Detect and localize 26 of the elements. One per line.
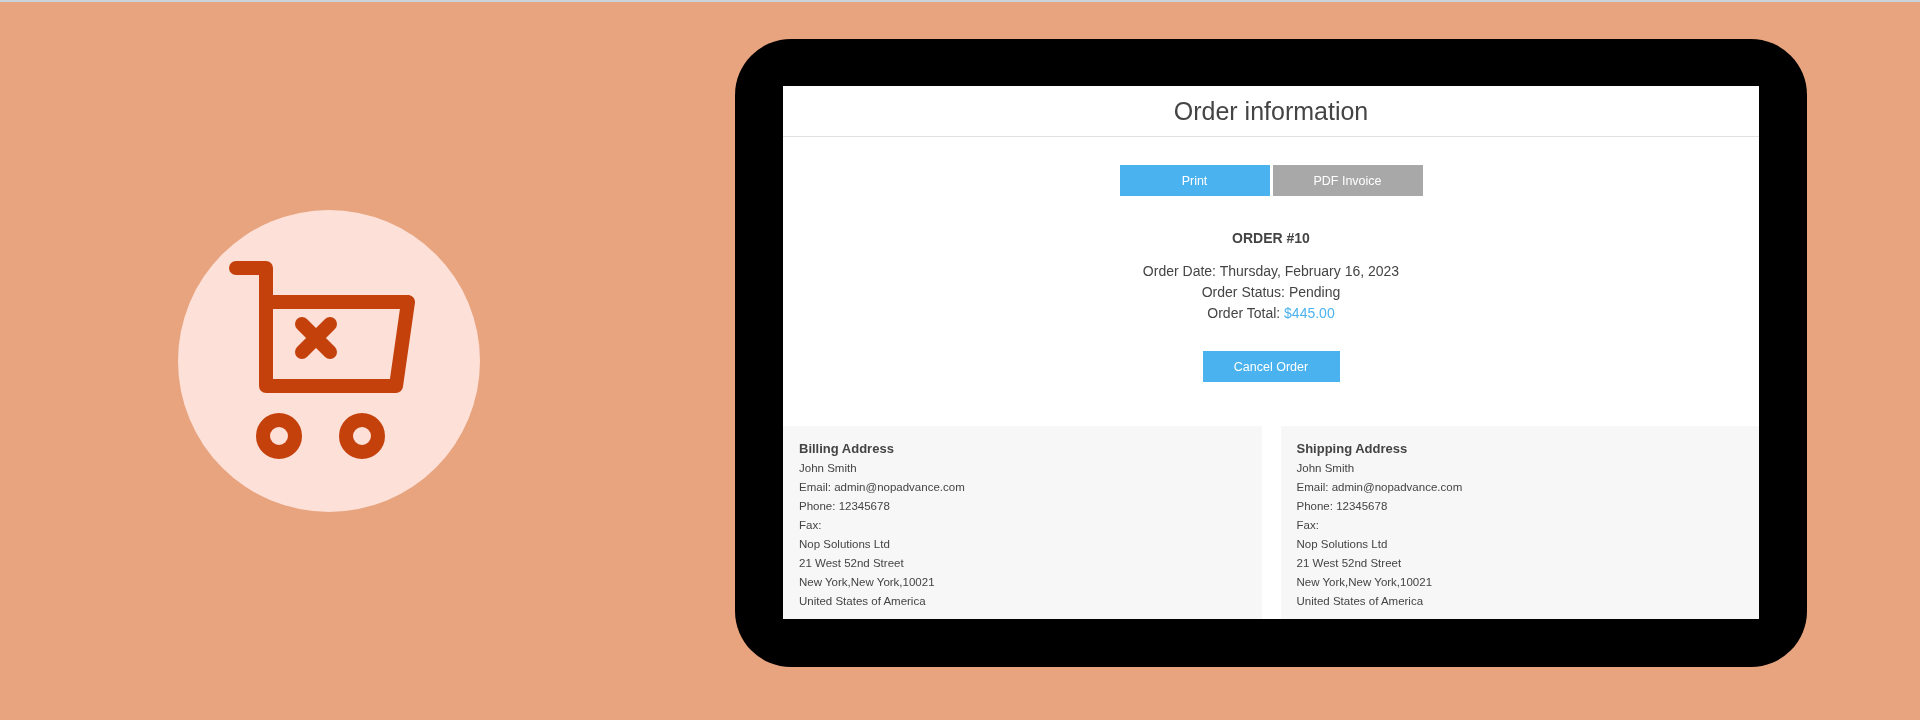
address-line: Fax: <box>1296 518 1320 533</box>
address-line: 21 West 52nd Street <box>1296 556 1403 571</box>
order-status: Order Status: Pending <box>1201 283 1341 302</box>
address-line: John Smith <box>799 461 858 476</box>
address-line: Phone: 12345678 <box>799 499 891 514</box>
address-title: Billing Address <box>799 441 895 456</box>
address-line: Nop Solutions Ltd <box>1296 537 1389 552</box>
address-line: John Smith <box>1296 461 1356 476</box>
print-button[interactable]: Print <box>1119 165 1270 196</box>
address-line: Nop Solutions Ltd <box>799 537 891 552</box>
cancel-order-button[interactable]: Cancel Order <box>1202 351 1340 382</box>
pdf-invoice-button[interactable]: PDF Invoice <box>1272 165 1423 196</box>
address-line: Phone: 12345678 <box>1296 499 1389 514</box>
order-number: ORDER #10 <box>1232 229 1310 248</box>
address-line: United States of America <box>1296 594 1425 609</box>
address-line: New York,New York,10021 <box>1296 575 1434 590</box>
address-line: Fax: <box>799 518 823 533</box>
page-title: Order information <box>1173 96 1369 126</box>
address-line: New York,New York,10021 <box>799 575 936 590</box>
address-line: United States of America <box>799 594 927 609</box>
address-line: 21 West 52nd Street <box>799 556 905 571</box>
address-line: Email: admin@nopadvance.com <box>1296 480 1464 495</box>
order-date: Order Date: Thursday, February 16, 2023 <box>1142 262 1400 281</box>
address-line: Email: admin@nopadvance.com <box>799 480 966 495</box>
order-total: Order Total: $445.00 <box>1207 304 1335 323</box>
address-title: Shipping Address <box>1296 441 1409 456</box>
